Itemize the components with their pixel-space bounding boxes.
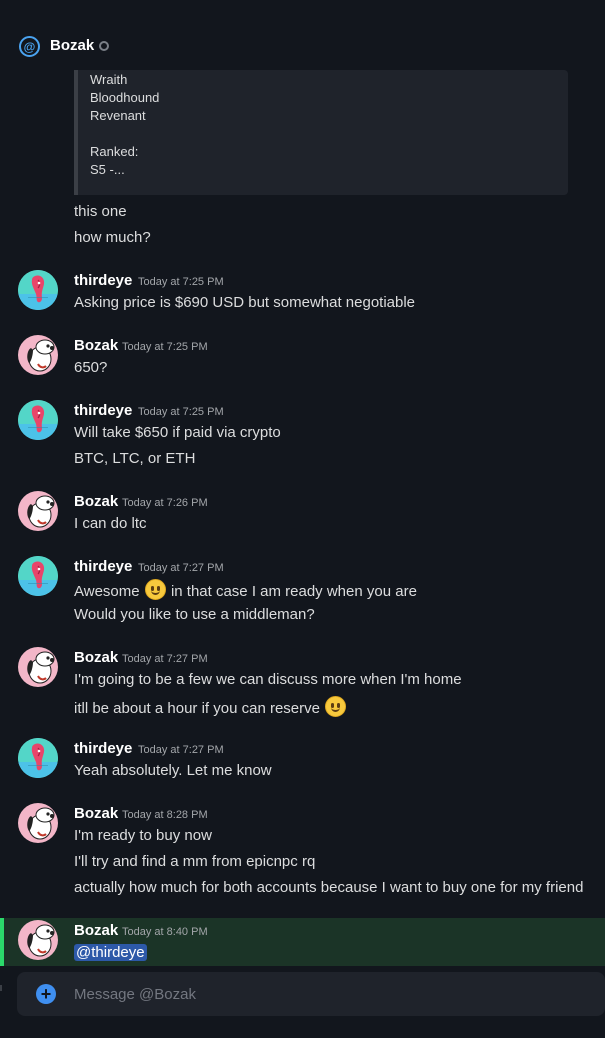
message-text: I'm going to be a few we can discuss mor… [74, 671, 462, 688]
message-text: actually how much for both accounts beca… [74, 879, 584, 896]
message-timestamp: Today at 7:25 PM [122, 341, 208, 353]
slightly-smiling-face-icon [325, 696, 347, 717]
message-timestamp: Today at 7:25 PM [138, 276, 224, 288]
message-author[interactable]: Bozak [74, 492, 118, 512]
message-text: Will take $650 if paid via crypto [74, 424, 281, 441]
embed-line [90, 125, 568, 143]
embed-line: Bloodhound [90, 90, 160, 105]
message-author[interactable]: thirdeye [74, 739, 132, 759]
embed-line: Wraith [90, 72, 128, 87]
message-composer: + [17, 972, 605, 1016]
message-author[interactable]: Bozak [74, 804, 118, 824]
embed-line: Ranked: [90, 144, 139, 159]
user-mention[interactable]: @thirdeye [74, 944, 147, 961]
message-text: itll be about a hour if you can reserve [74, 696, 347, 719]
message-timestamp: Today at 7:25 PM [138, 406, 224, 418]
message-text-part: Awesome [74, 583, 140, 600]
channel-name[interactable]: Bozak [50, 37, 94, 54]
message-timestamp: Today at 8:28 PM [122, 809, 208, 821]
message-text: BTC, LTC, or ETH [74, 450, 196, 467]
message-text: I can do ltc [74, 515, 147, 532]
message-text: Awesome in that case I am ready when you… [74, 579, 417, 602]
message-timestamp: Today at 7:27 PM [138, 744, 224, 756]
bozak-avatar[interactable] [18, 335, 58, 375]
message-timestamp: Today at 7:26 PM [122, 497, 208, 509]
at-icon: @ [19, 36, 40, 57]
message-text: Asking price is $690 USD but somewhat ne… [74, 294, 416, 311]
message-timestamp: Today at 7:27 PM [138, 562, 224, 574]
plus-circle-icon[interactable]: + [36, 984, 56, 1004]
bozak-avatar[interactable] [18, 920, 58, 960]
message-text: 650? [74, 359, 108, 376]
embed-line: Revenant [90, 108, 146, 123]
message-input[interactable] [74, 984, 574, 1004]
message-text: Would you like to use a middleman? [74, 606, 315, 623]
message-timestamp: Today at 8:40 PM [122, 926, 208, 938]
message-author[interactable]: thirdeye [74, 401, 132, 421]
thirdeye-avatar[interactable] [18, 738, 58, 778]
thirdeye-avatar[interactable] [18, 556, 58, 596]
message-timestamp: Today at 7:27 PM [122, 653, 208, 665]
message-text: I'll try and find a mm from epicnpc rq [74, 853, 316, 870]
divider [0, 985, 2, 991]
message-text-part: itll be about a hour if you can reserve [74, 700, 320, 717]
embed-line: S5 -... [90, 162, 125, 177]
message-author[interactable]: Bozak [74, 921, 118, 941]
bozak-avatar[interactable] [18, 803, 58, 843]
embed-block: Wraith Bloodhound Revenant Ranked: S5 -.… [74, 70, 568, 195]
slightly-smiling-face-icon [144, 579, 166, 600]
message-author[interactable]: Bozak [74, 336, 118, 356]
message-author[interactable]: thirdeye [74, 557, 132, 577]
bozak-avatar[interactable] [18, 491, 58, 531]
message-text: @thirdeye [74, 943, 147, 963]
thirdeye-avatar[interactable] [18, 400, 58, 440]
message-text: I'm ready to buy now [74, 827, 212, 844]
message-text: this one [74, 203, 127, 220]
message-text: Yeah absolutely. Let me know [74, 762, 272, 779]
message-text-part: in that case I am ready when you are [170, 583, 417, 600]
message-text: how much? [74, 229, 151, 246]
message-author[interactable]: Bozak [74, 648, 118, 668]
message-author[interactable]: thirdeye [74, 271, 132, 291]
bozak-avatar[interactable] [18, 647, 58, 687]
thirdeye-avatar[interactable] [18, 270, 58, 310]
status-offline-icon [99, 41, 109, 51]
